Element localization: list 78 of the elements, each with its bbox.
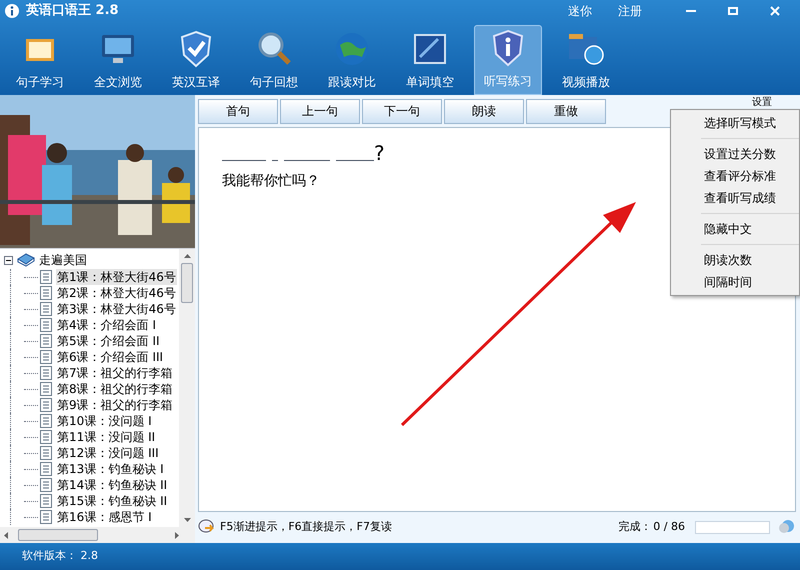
lesson-item[interactable]: 第2课：林登大街46号 bbox=[56, 285, 177, 301]
toolbar-tab[interactable]: 句子回想 bbox=[240, 25, 308, 95]
blank-line bbox=[336, 160, 374, 161]
tree-root-label[interactable]: 走遍美国 bbox=[39, 251, 87, 269]
scroll-down-icon[interactable] bbox=[184, 518, 190, 522]
header-link[interactable]: 注册 bbox=[618, 2, 642, 20]
header-link[interactable]: 迷你 bbox=[568, 2, 592, 20]
lesson-item[interactable]: 第1课：林登大街46号 bbox=[56, 269, 177, 285]
menu-item[interactable]: 查看听写成绩 bbox=[671, 187, 799, 209]
translation-text: 我能帮你忙吗？ bbox=[222, 173, 320, 189]
lesson-item[interactable]: 第11课：没问题 II bbox=[56, 429, 156, 445]
hint-icon bbox=[198, 519, 216, 535]
blank-line bbox=[222, 160, 266, 161]
document-icon bbox=[40, 446, 52, 460]
info-icon bbox=[4, 3, 20, 19]
document-icon bbox=[40, 462, 52, 476]
document-icon bbox=[40, 494, 52, 508]
document-icon bbox=[40, 398, 52, 412]
lesson-item[interactable]: 第5课：介绍会面 II bbox=[56, 333, 161, 349]
document-icon bbox=[40, 302, 52, 316]
document-icon bbox=[40, 286, 52, 300]
document-icon bbox=[40, 414, 52, 428]
action-button[interactable]: 重做 bbox=[526, 98, 606, 124]
lesson-item[interactable]: 第3课：林登大街46号 bbox=[56, 301, 177, 317]
document-icon bbox=[40, 350, 52, 364]
action-button[interactable]: 下一句 bbox=[362, 98, 442, 124]
lesson-item[interactable]: 第13课：钓鱼秘诀 I bbox=[56, 461, 165, 477]
scroll-thumb[interactable] bbox=[18, 529, 98, 541]
blank-line bbox=[272, 160, 278, 161]
progress-count: 0 / 86 bbox=[653, 518, 685, 535]
document-icon bbox=[40, 510, 52, 524]
vertical-scrollbar[interactable] bbox=[179, 249, 195, 527]
window-title: 英语口语王 2.8 bbox=[26, 2, 119, 20]
action-button[interactable]: 朗读 bbox=[444, 98, 524, 124]
document-icon bbox=[40, 334, 52, 348]
action-button[interactable]: 上一句 bbox=[280, 98, 360, 124]
document-icon bbox=[40, 430, 52, 444]
lesson-item[interactable]: 第10课：没问题 I bbox=[56, 413, 153, 429]
document-icon bbox=[40, 382, 52, 396]
document-icon bbox=[40, 270, 52, 284]
lesson-item[interactable]: 第12课：没问题 III bbox=[56, 445, 160, 461]
menu-item[interactable]: 设置过关分数 bbox=[671, 143, 799, 165]
sentence-punctuation: ? bbox=[374, 142, 385, 164]
menu-item[interactable]: 查看评分标准 bbox=[671, 165, 799, 187]
lesson-item[interactable]: 第9课：祖父的行李箱 bbox=[56, 397, 174, 413]
toolbar-tab[interactable]: 全文浏览 bbox=[84, 25, 152, 95]
menu-item[interactable]: 间隔时间 bbox=[671, 271, 799, 293]
hint-text: F5渐进提示，F6直接提示，F7复读 bbox=[220, 518, 392, 535]
toolbar-tab[interactable]: 单词填空 bbox=[396, 25, 464, 95]
toolbar-tab[interactable]: 英汉互译 bbox=[162, 25, 230, 95]
status-text: 软件版本： 2.8 bbox=[22, 548, 98, 564]
lesson-item[interactable]: 第15课：钓鱼秘诀 II bbox=[56, 493, 168, 509]
document-icon bbox=[40, 366, 52, 380]
document-icon bbox=[40, 318, 52, 332]
toolbar-tab[interactable]: 跟读对比 bbox=[318, 25, 386, 95]
menu-item[interactable]: 隐藏中文 bbox=[671, 218, 799, 240]
scroll-right-icon[interactable] bbox=[175, 532, 179, 538]
toolbar-tab[interactable]: 视频播放 bbox=[552, 25, 620, 95]
toolbar-tab[interactable]: 句子学习 bbox=[6, 25, 74, 95]
settings-label[interactable]: 设置 bbox=[752, 97, 772, 108]
lesson-item[interactable]: 第14课：钓鱼秘诀 II bbox=[56, 477, 168, 493]
lesson-item[interactable]: 第16课：感恩节 I bbox=[56, 509, 153, 525]
menu-item[interactable]: 朗读次数 bbox=[671, 249, 799, 271]
lesson-item[interactable]: 第6课：介绍会面 III bbox=[56, 349, 164, 365]
lesson-item[interactable]: 第4课：介绍会面 I bbox=[56, 317, 157, 333]
scroll-thumb[interactable] bbox=[181, 263, 193, 303]
horizontal-scrollbar[interactable] bbox=[0, 527, 195, 543]
scroll-up-icon[interactable] bbox=[184, 254, 190, 258]
document-icon bbox=[40, 478, 52, 492]
close-icon bbox=[770, 6, 780, 16]
lesson-item[interactable]: 第8课：祖父的行李箱 bbox=[56, 381, 174, 397]
progress-label: 完成： bbox=[618, 518, 652, 535]
menu-item[interactable]: 选择听写模式 bbox=[671, 112, 799, 134]
collapse-toggle[interactable] bbox=[4, 256, 13, 264]
scroll-left-icon[interactable] bbox=[4, 532, 8, 538]
blank-line bbox=[284, 160, 330, 161]
action-button[interactable]: 首句 bbox=[198, 98, 278, 124]
lesson-item[interactable]: 第7课：祖父的行李箱 bbox=[56, 365, 174, 381]
